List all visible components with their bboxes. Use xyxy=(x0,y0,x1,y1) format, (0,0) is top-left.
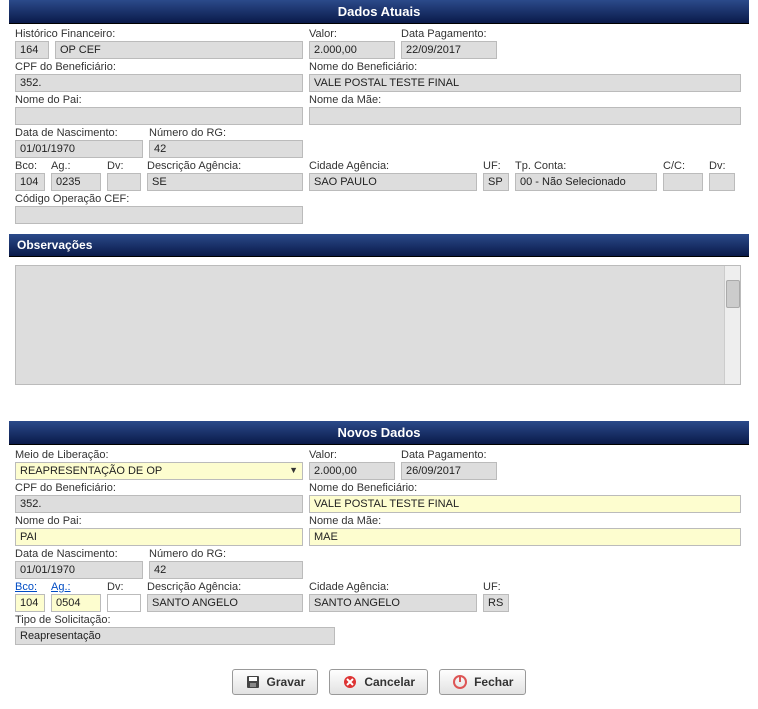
novos-uf: RS xyxy=(483,594,509,612)
dv xyxy=(107,173,141,191)
ag-link[interactable]: Ag.: xyxy=(51,581,71,593)
novos-valor: 2.000,00 xyxy=(309,462,395,480)
novos-cpf: 352. xyxy=(15,495,303,513)
dv-label: Dv: xyxy=(107,160,141,172)
cc xyxy=(663,173,703,191)
cidade-ag: SAO PAULO xyxy=(309,173,477,191)
desc-ag-label: Descrição Agência: xyxy=(147,160,303,172)
gravar-label: Gravar xyxy=(267,675,306,689)
cancel-icon xyxy=(342,674,358,690)
nome-pai xyxy=(15,107,303,125)
novos-valor-label: Valor: xyxy=(309,449,395,461)
cancelar-label: Cancelar xyxy=(364,675,415,689)
novos-cpf-label: CPF do Beneficiário: xyxy=(15,482,303,494)
novos-data-pag: 26/09/2017 xyxy=(401,462,497,480)
novos-cidade-ag: SANTO ANGELO xyxy=(309,594,477,612)
historico-desc: OP CEF xyxy=(55,41,303,59)
cpf-label: CPF do Beneficiário: xyxy=(15,61,303,73)
novos-dv-label: Dv: xyxy=(107,581,141,593)
desc-ag: SE xyxy=(147,173,303,191)
meio-lib-select[interactable]: REAPRESENTAÇÃO DE OP xyxy=(15,462,303,480)
novos-rg: 42 xyxy=(149,561,303,579)
cod-op xyxy=(15,206,303,224)
header-observacoes: Observações xyxy=(9,234,749,257)
nome-mae-label: Nome da Mãe: xyxy=(309,94,741,106)
data-pag: 22/09/2017 xyxy=(401,41,497,59)
power-icon xyxy=(452,674,468,690)
novos-dv[interactable] xyxy=(107,594,141,612)
valor: 2.000,00 xyxy=(309,41,395,59)
cidade-ag-label: Cidade Agência: xyxy=(309,160,477,172)
uf-label: UF: xyxy=(483,160,509,172)
novos-desc-ag: SANTO ANGELO xyxy=(147,594,303,612)
rg-label: Número do RG: xyxy=(149,127,303,139)
novos-data-nasc: 01/01/1970 xyxy=(15,561,143,579)
cc-label: C/C: xyxy=(663,160,703,172)
novos-desc-ag-label: Descrição Agência: xyxy=(147,581,303,593)
valor-label: Valor: xyxy=(309,28,395,40)
tipo-sol: Reapresentação xyxy=(15,627,335,645)
ag: 0235 xyxy=(51,173,101,191)
tipo-sol-label: Tipo de Solicitação: xyxy=(15,614,335,626)
cpf: 352. xyxy=(15,74,303,92)
bco-link[interactable]: Bco: xyxy=(15,581,37,593)
observacoes-textarea[interactable] xyxy=(15,265,741,385)
nome-pai-label: Nome do Pai: xyxy=(15,94,303,106)
ag-label: Ag.: xyxy=(51,160,101,172)
scrollbar[interactable] xyxy=(724,266,740,384)
dv2 xyxy=(709,173,735,191)
meio-lib-label: Meio de Liberação: xyxy=(15,449,303,461)
novos-bco-label: Bco: xyxy=(15,581,45,593)
tp-conta-label: Tp. Conta: xyxy=(515,160,657,172)
novos-nome-mae-label: Nome da Mãe: xyxy=(309,515,741,527)
rg: 42 xyxy=(149,140,303,158)
uf: SP xyxy=(483,173,509,191)
header-dados-atuais: Dados Atuais xyxy=(9,0,749,24)
novos-data-nasc-label: Data de Nascimento: xyxy=(15,548,143,560)
gravar-button[interactable]: Gravar xyxy=(232,669,319,695)
novos-bco[interactable]: 104 xyxy=(15,594,45,612)
novos-uf-label: UF: xyxy=(483,581,509,593)
historico-label: Histórico Financeiro: xyxy=(15,28,49,40)
dv2-label: Dv: xyxy=(709,160,735,172)
header-novos-dados: Novos Dados xyxy=(9,421,749,445)
nome-benef-label: Nome do Beneficiário: xyxy=(309,61,741,73)
novos-nome-pai-label: Nome do Pai: xyxy=(15,515,303,527)
novos-rg-label: Número do RG: xyxy=(149,548,303,560)
nome-mae xyxy=(309,107,741,125)
novos-nome-benef-label: Nome do Beneficiário: xyxy=(309,482,741,494)
novos-data-pag-label: Data Pagamento: xyxy=(401,449,497,461)
data-nasc: 01/01/1970 xyxy=(15,140,143,158)
nome-benef: VALE POSTAL TESTE FINAL xyxy=(309,74,741,92)
novos-ag-label: Ag.: xyxy=(51,581,101,593)
bco: 104 xyxy=(15,173,45,191)
data-nasc-label: Data de Nascimento: xyxy=(15,127,143,139)
cancelar-button[interactable]: Cancelar xyxy=(329,669,428,695)
fechar-button[interactable]: Fechar xyxy=(439,669,526,695)
scrollbar-thumb[interactable] xyxy=(726,280,740,308)
novos-nome-pai[interactable]: PAI xyxy=(15,528,303,546)
save-icon xyxy=(245,674,261,690)
bco-label: Bco: xyxy=(15,160,45,172)
tp-conta: 00 - Não Selecionado xyxy=(515,173,657,191)
data-pag-label: Data Pagamento: xyxy=(401,28,497,40)
novos-nome-mae[interactable]: MAE xyxy=(309,528,741,546)
novos-cidade-ag-label: Cidade Agência: xyxy=(309,581,477,593)
cod-op-label: Código Operação CEF: xyxy=(15,193,303,205)
novos-ag[interactable]: 0504 xyxy=(51,594,101,612)
fechar-label: Fechar xyxy=(474,675,513,689)
historico-cod: 164 xyxy=(15,41,49,59)
novos-nome-benef[interactable]: VALE POSTAL TESTE FINAL xyxy=(309,495,741,513)
